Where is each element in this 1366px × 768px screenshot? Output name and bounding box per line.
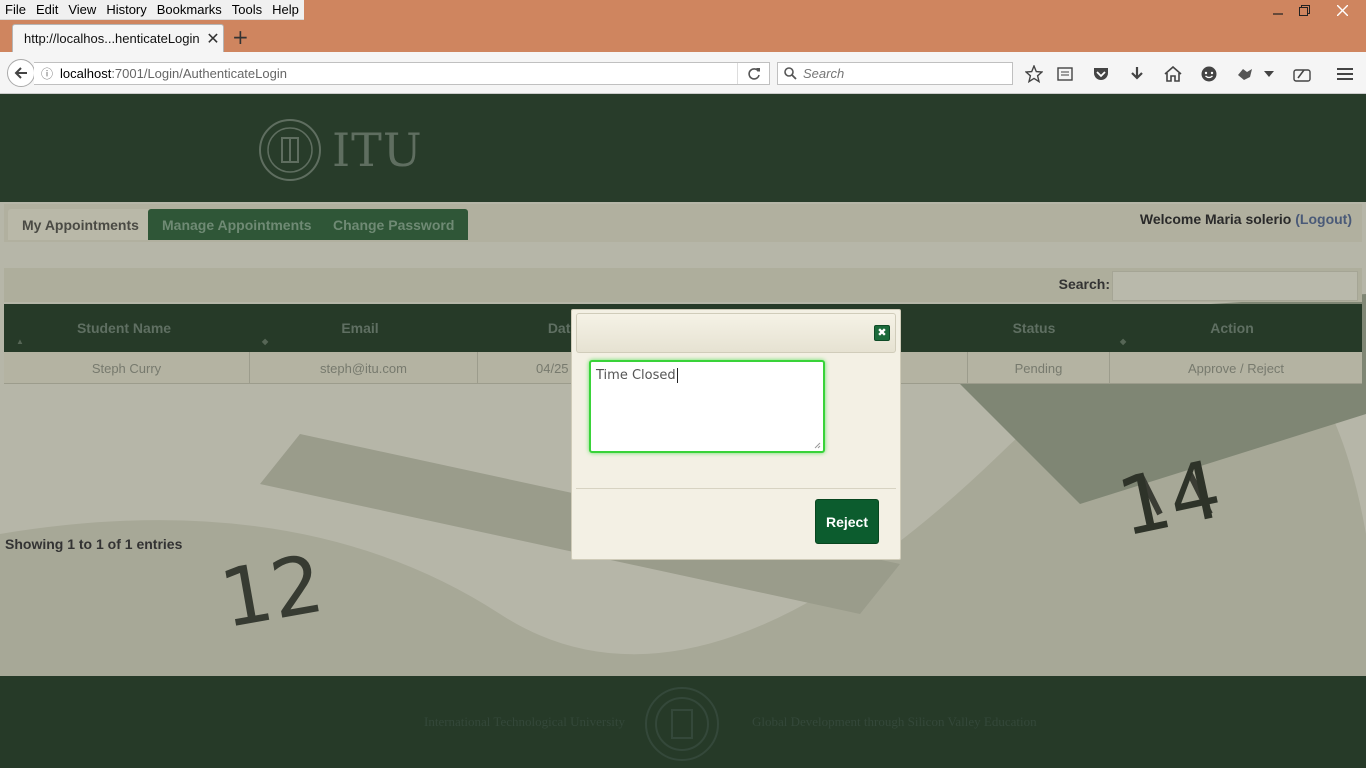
welcome-user: Welcome Maria solerio [1139, 211, 1292, 227]
hamburger-menu-icon[interactable] [1335, 64, 1355, 84]
cell-email: steph@itu.com [250, 352, 478, 384]
footer-seal-icon [645, 687, 719, 761]
site-header: ITU [0, 94, 1366, 202]
welcome-text: Welcome Maria solerio (Logout) [1140, 211, 1352, 227]
column-status[interactable]: Status [968, 304, 1100, 352]
url-path: :7001/Login/AuthenticateLogin [111, 66, 287, 81]
close-tab-icon[interactable]: ✕ [203, 29, 223, 48]
table-search-input[interactable] [1112, 271, 1358, 301]
footer-right-text: Global Development through Silicon Valle… [752, 714, 1037, 729]
cell-action[interactable]: Approve / Reject [1110, 352, 1362, 384]
tab-strip: http://localhos...henticateLogin ✕ + [0, 20, 1366, 52]
reload-icon[interactable] [737, 63, 769, 84]
home-icon[interactable] [1163, 64, 1183, 84]
textarea-value: Time Closed [596, 368, 676, 383]
menu-bar: File Edit View History Bookmarks Tools H… [0, 0, 1366, 20]
menu-items: File Edit View History Bookmarks Tools H… [0, 0, 304, 20]
menu-tools[interactable]: Tools [227, 0, 267, 19]
text-caret [676, 368, 678, 383]
column-student-name[interactable]: Student Name ▲ [4, 304, 244, 352]
extension-icon[interactable] [1235, 64, 1255, 84]
sort-asc-icon: ▲ [16, 337, 24, 346]
close-icon[interactable]: ✖ [874, 325, 890, 341]
new-tab-icon[interactable]: + [232, 27, 249, 47]
pocket-icon[interactable] [1091, 64, 1111, 84]
reject-reason-textarea[interactable]: Time Closed [589, 360, 825, 453]
back-arrow-icon [14, 67, 27, 79]
browser-tab[interactable]: http://localhos...henticateLogin ✕ [12, 24, 224, 52]
url-host: localhost [60, 66, 112, 81]
extension-dropdown-icon[interactable] [1262, 64, 1276, 84]
tab-change-password[interactable]: Change Password [319, 209, 469, 240]
reject-button[interactable]: Reject [815, 499, 879, 544]
info-icon[interactable]: ⓘ [34, 65, 60, 82]
menu-view[interactable]: View [63, 0, 101, 19]
search-bar[interactable] [777, 62, 1013, 85]
menu-bookmarks[interactable]: Bookmarks [152, 0, 227, 19]
resize-grip-icon[interactable] [813, 441, 821, 449]
logout-link[interactable]: (Logout) [1295, 211, 1352, 227]
menu-help[interactable]: Help [267, 0, 304, 19]
downloads-icon[interactable] [1127, 64, 1147, 84]
sort-icon: ◆ [262, 337, 269, 346]
search-input[interactable] [803, 66, 993, 81]
dialog-titlebar: ✖ [576, 313, 896, 353]
tab-title: http://localhos...henticateLogin [24, 31, 200, 46]
sort-icon: ◆ [1120, 337, 1127, 346]
dialog-divider [576, 488, 896, 489]
site-footer: International Technological University G… [0, 676, 1366, 768]
menu-history[interactable]: History [101, 0, 151, 19]
svg-text:12: 12 [214, 537, 330, 646]
column-label: Status [1012, 320, 1056, 336]
back-button[interactable] [7, 59, 35, 87]
cell-status: Pending [968, 352, 1110, 384]
column-email[interactable]: Email ◆ [250, 304, 470, 352]
bookmark-star-icon[interactable] [1024, 64, 1044, 84]
search-icon [784, 67, 797, 80]
column-label: Action [1210, 320, 1254, 336]
footer-left-text: International Technological University [424, 714, 626, 729]
logo-text: ITU [332, 123, 423, 177]
table-info: Showing 1 to 1 of 1 entries [5, 536, 183, 552]
navigation-bar: ⓘ localhost:7001/Login/AuthenticateLogin [0, 52, 1366, 94]
tab-manage-appointments[interactable]: Manage Appointments [148, 209, 326, 240]
menu-edit[interactable]: Edit [31, 0, 63, 19]
table-search-row: Search: [4, 268, 1362, 302]
column-label: Email [341, 320, 379, 336]
tab-my-appointments[interactable]: My Appointments [8, 209, 153, 240]
site-nav: My Appointments Manage Appointments Chan… [4, 204, 1362, 242]
chat-icon[interactable] [1199, 64, 1219, 84]
column-action[interactable]: Action ◆ [1110, 304, 1354, 352]
site-logo[interactable]: ITU [258, 118, 423, 182]
table-search-label: Search: [1058, 276, 1110, 292]
restore-icon[interactable] [1288, 0, 1320, 20]
close-window-icon[interactable] [1326, 0, 1358, 20]
reject-dialog: ✖ Time Closed Reject [571, 309, 901, 560]
seal-icon [259, 119, 321, 181]
cell-student-name: Steph Curry [4, 352, 250, 384]
url-bar[interactable]: ⓘ localhost:7001/Login/AuthenticateLogin [34, 62, 770, 85]
sync-icon[interactable] [1292, 64, 1312, 84]
menu-file[interactable]: File [0, 0, 31, 19]
reading-list-icon[interactable] [1055, 64, 1075, 84]
column-label: Student Name [76, 320, 172, 336]
